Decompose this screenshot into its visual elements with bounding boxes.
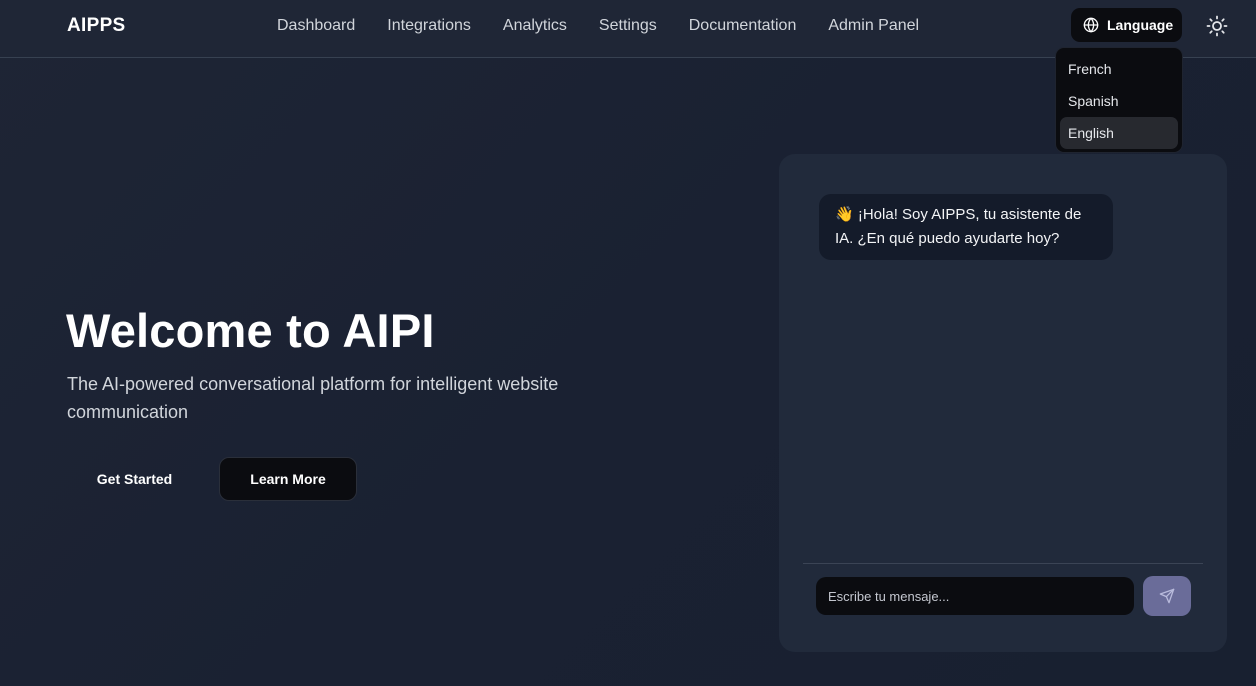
language-button-label: Language (1107, 17, 1174, 33)
main-nav: Dashboard Integrations Analytics Setting… (277, 17, 951, 35)
send-icon (1159, 588, 1175, 604)
learn-more-button[interactable]: Learn More (219, 457, 357, 501)
nav-link-documentation[interactable]: Documentation (689, 17, 797, 35)
chat-divider (803, 563, 1203, 564)
language-button[interactable]: Language (1071, 8, 1182, 42)
language-dropdown: French Spanish English (1055, 47, 1183, 153)
bot-message-bubble: 👋 ¡Hola! Soy AIPPS, tu asistente de IA. … (819, 194, 1113, 260)
chat-panel: 👋 ¡Hola! Soy AIPPS, tu asistente de IA. … (779, 154, 1227, 652)
nav-link-settings[interactable]: Settings (599, 17, 657, 35)
globe-icon (1083, 17, 1099, 33)
sun-icon (1206, 15, 1228, 37)
nav-link-admin-panel[interactable]: Admin Panel (828, 17, 919, 35)
language-option-english[interactable]: English (1060, 117, 1178, 149)
chat-message-input[interactable] (816, 577, 1134, 615)
hero-subtitle: The AI-powered conversational platform f… (67, 374, 559, 422)
theme-toggle-button[interactable] (1205, 14, 1229, 38)
language-option-spanish[interactable]: Spanish (1060, 85, 1178, 117)
brand-logo[interactable]: AIPPS (67, 15, 126, 37)
language-option-french[interactable]: French (1060, 53, 1178, 85)
nav-link-analytics[interactable]: Analytics (503, 17, 567, 35)
send-button[interactable] (1143, 576, 1191, 616)
hero-title: Welcome to AIPI (66, 304, 435, 357)
get-started-button[interactable]: Get Started (67, 458, 202, 500)
nav-link-dashboard[interactable]: Dashboard (277, 17, 355, 35)
nav-link-integrations[interactable]: Integrations (387, 17, 471, 35)
